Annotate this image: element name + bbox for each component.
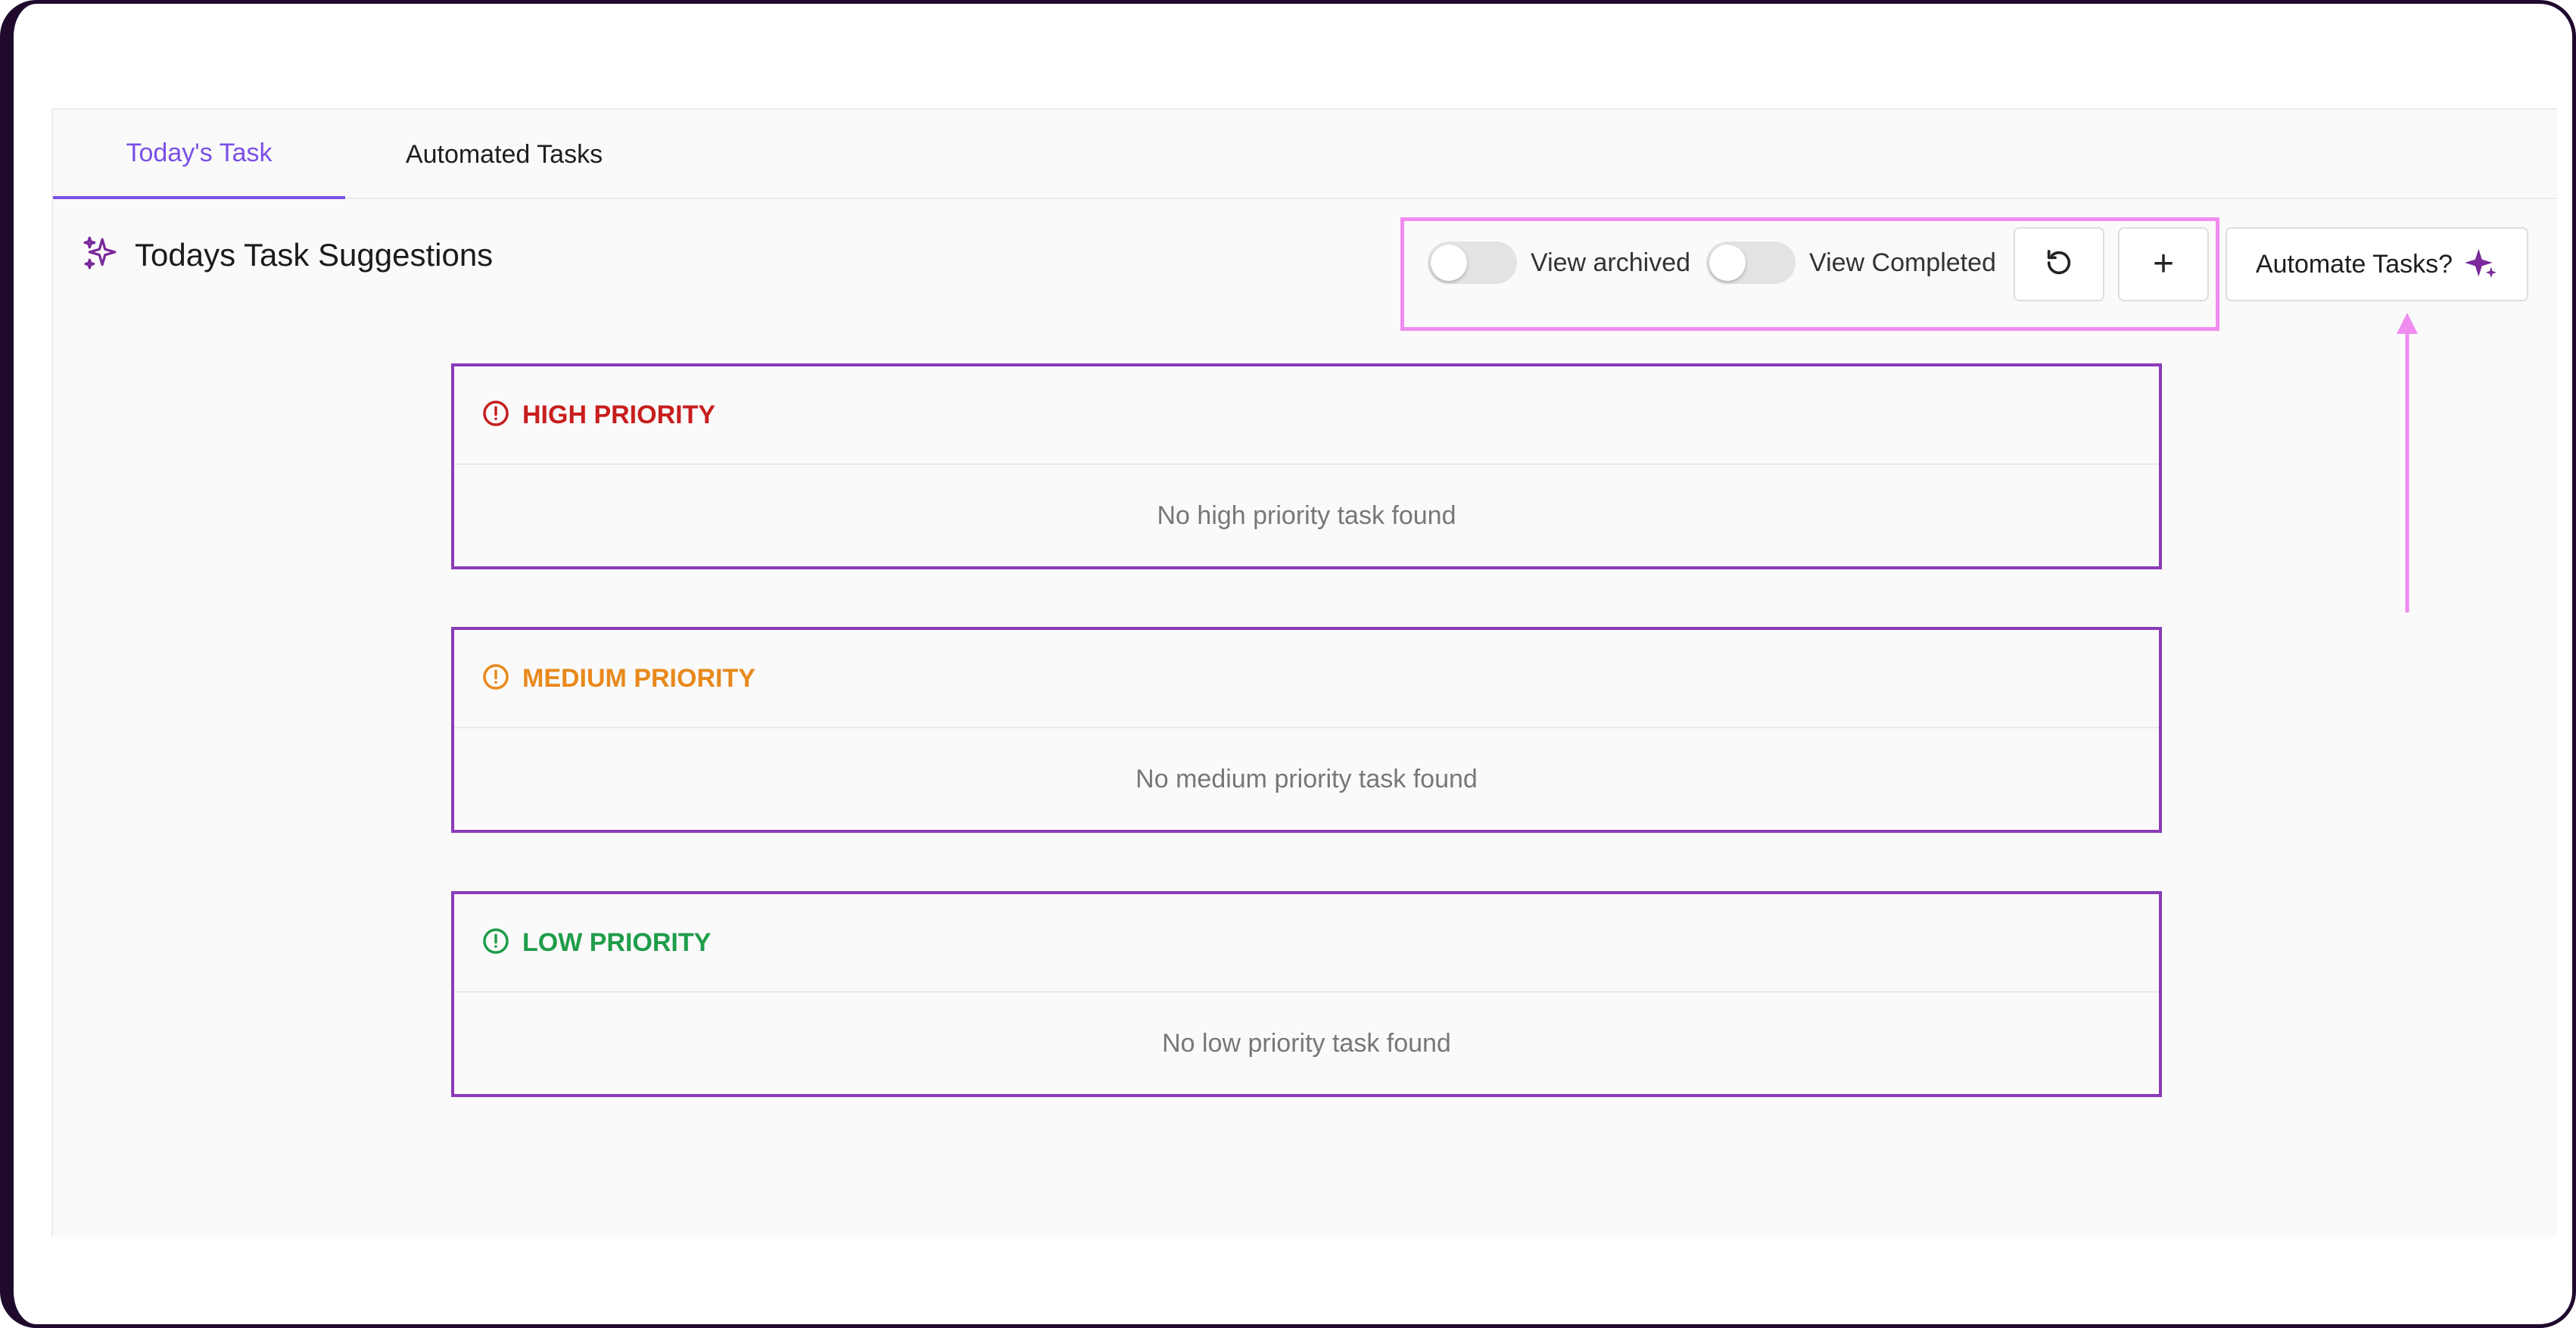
medium-priority-header: MEDIUM PRIORITY <box>454 630 2159 728</box>
view-completed-toggle[interactable] <box>1706 242 1796 284</box>
plus-icon: + <box>2152 244 2175 284</box>
empty-state-text: No low priority task found <box>1162 1028 1451 1058</box>
section-heading: Todays Task Suggestions <box>82 231 493 279</box>
priority-title: MEDIUM PRIORITY <box>522 663 755 693</box>
view-archived-toggle[interactable] <box>1428 242 1517 284</box>
sparkle-icon <box>2465 246 2498 283</box>
view-archived-label: View archived <box>1531 248 1691 277</box>
tab-todays-task[interactable]: Today's Task <box>53 110 345 199</box>
medium-priority-card: MEDIUM PRIORITY No medium priority task … <box>451 627 2162 833</box>
tab-bar: Today's Task Automated Tasks <box>53 110 2557 199</box>
refresh-icon <box>2044 248 2074 282</box>
priority-title: HIGH PRIORITY <box>522 400 716 429</box>
sparkles-icon <box>82 235 120 276</box>
high-priority-card: HIGH PRIORITY No high priority task foun… <box>451 363 2162 569</box>
automate-tasks-label: Automate Tasks? <box>2255 249 2453 279</box>
view-completed-label: View Completed <box>1809 248 1996 277</box>
empty-state-text: No medium priority task found <box>1135 764 1478 793</box>
add-task-button[interactable]: + <box>2118 227 2209 301</box>
empty-state-text: No high priority task found <box>1157 500 1456 530</box>
low-priority-header: LOW PRIORITY <box>454 894 2159 993</box>
low-priority-card: LOW PRIORITY No low priority task found <box>451 891 2162 1097</box>
refresh-button[interactable] <box>2014 227 2104 301</box>
annotation-arrow-icon <box>2397 313 2418 613</box>
alert-circle-icon <box>481 662 510 695</box>
high-priority-header: HIGH PRIORITY <box>454 366 2159 465</box>
view-archived-control: View archived <box>1428 240 1690 285</box>
alert-circle-icon <box>481 399 510 432</box>
view-completed-control: View Completed <box>1706 240 1996 285</box>
tab-automated-tasks[interactable]: Automated Tasks <box>345 110 663 199</box>
app-window: Today's Task Automated Tasks Todays Task… <box>0 0 2576 1328</box>
automate-tasks-button[interactable]: Automate Tasks? <box>2226 227 2528 301</box>
main-panel: Today's Task Automated Tasks Todays Task… <box>51 108 2557 1236</box>
page-title: Todays Task Suggestions <box>135 237 494 273</box>
alert-circle-icon <box>481 927 510 959</box>
priority-title: LOW PRIORITY <box>522 927 712 957</box>
